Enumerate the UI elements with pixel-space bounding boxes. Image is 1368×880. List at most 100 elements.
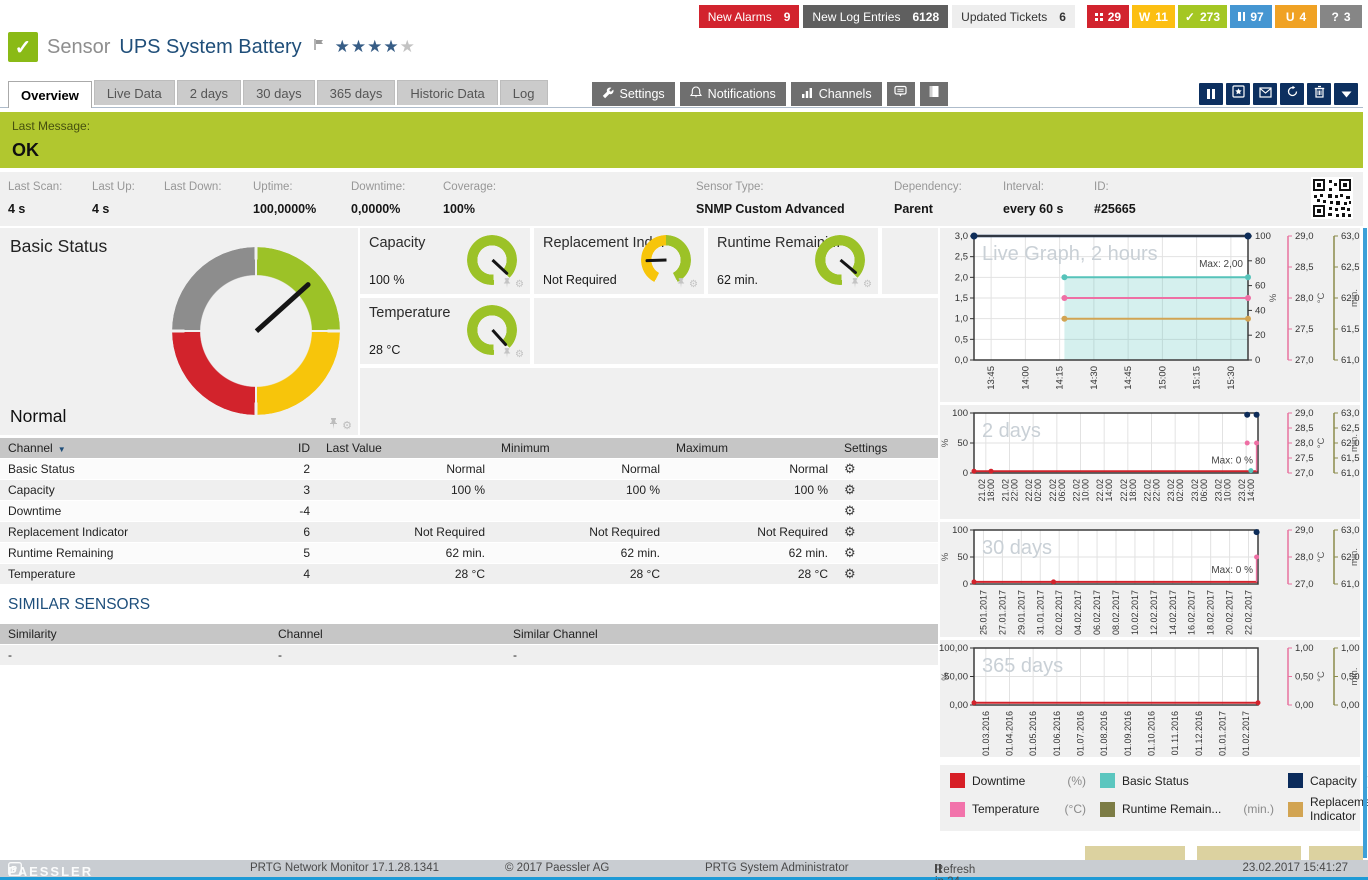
svg-text:100: 100	[952, 525, 968, 536]
gear-icon[interactable]: ⚙	[342, 419, 352, 432]
channel-id: 4	[273, 567, 318, 581]
column-header-minimum[interactable]: Minimum	[493, 441, 668, 455]
pin-icon[interactable]	[851, 278, 859, 291]
tab-overview[interactable]: Overview	[8, 81, 92, 108]
add-favorite-button[interactable]	[1226, 83, 1250, 105]
column-header-id[interactable]: ID	[273, 441, 318, 455]
status-field-uptime: Uptime:100,0000%	[253, 181, 351, 226]
svg-text:01.07.2016: 01.07.2016	[1076, 711, 1086, 756]
refresh-button[interactable]	[1280, 83, 1304, 105]
pin-icon[interactable]	[329, 418, 338, 432]
channel-row-capacity[interactable]: Capacity3100 %100 %100 %⚙	[0, 480, 938, 500]
paessler-logo[interactable]: P PAESSLER	[8, 862, 22, 876]
svg-text:50: 50	[957, 438, 968, 449]
tab-log[interactable]: Log	[500, 80, 548, 105]
pin-icon[interactable]	[677, 278, 685, 291]
gear-icon[interactable]: ⚙	[515, 279, 524, 290]
channel-settings-gear-icon[interactable]: ⚙	[844, 524, 856, 539]
badge-unusual[interactable]: U4	[1275, 5, 1317, 28]
gauge-card-replacement-ind-: Replacement Ind...Not Required⚙	[534, 228, 704, 294]
graph-panel-365-days[interactable]: 365 days100,0050,000,00%1,000,500,00°C1,…	[940, 640, 1360, 757]
more-actions-button[interactable]	[1334, 83, 1358, 105]
status-field-dependency: Dependency:Parent	[894, 181, 1003, 226]
alarm-button-new-alarms[interactable]: New Alarms9	[699, 5, 800, 28]
peek-block	[1309, 846, 1363, 860]
flag-icon[interactable]	[313, 38, 326, 56]
legend-item-capacity: Capacity(%)	[1288, 773, 1368, 788]
svg-text:01.12.2016: 01.12.2016	[1194, 711, 1204, 756]
pin-icon[interactable]	[503, 348, 511, 361]
tab-30-days[interactable]: 30 days	[243, 80, 315, 105]
svg-text:2 days: 2 days	[982, 420, 1041, 442]
channel-row-replacement-indicator[interactable]: Replacement Indicator6Not RequiredNot Re…	[0, 522, 938, 542]
badge-alarms[interactable]: 29	[1087, 5, 1129, 28]
sensor-name: UPS System Battery	[119, 36, 301, 59]
channel-settings-gear-icon[interactable]: ⚙	[844, 545, 856, 560]
column-header-last-value[interactable]: Last Value	[318, 441, 493, 455]
gauge-card-capacity: Capacity100 %⚙	[360, 228, 530, 294]
alarm-button-new-log-entries[interactable]: New Log Entries6128	[803, 5, 948, 28]
delete-button[interactable]	[1307, 83, 1331, 105]
gear-icon[interactable]: ⚙	[515, 349, 524, 360]
column-header-settings[interactable]: Settings	[836, 441, 938, 455]
last-value: 100 %	[318, 483, 493, 497]
channel-settings-gear-icon[interactable]: ⚙	[844, 566, 856, 581]
tab-live-data[interactable]: Live Data	[94, 80, 175, 105]
svg-text:60: 60	[1255, 281, 1266, 292]
channel-row-basic-status[interactable]: Basic Status2NormalNormalNormal⚙	[0, 459, 938, 479]
gauge-needle	[255, 281, 312, 333]
pin-icon[interactable]	[503, 278, 511, 291]
channel-row-temperature[interactable]: Temperature428 °C28 °C28 °C⚙	[0, 564, 938, 584]
channel-settings-gear-icon[interactable]: ⚙	[844, 503, 856, 518]
svg-text:29,0: 29,0	[1295, 525, 1314, 536]
alarm-button-updated-tickets[interactable]: Updated Tickets6	[952, 5, 1075, 28]
svg-text:14:45: 14:45	[1123, 366, 1134, 390]
svg-text:Max: 0 %: Max: 0 %	[1211, 455, 1253, 466]
graph-panel-2-days[interactable]: 2 days100500%29,028,528,027,527,0°C63,06…	[940, 405, 1360, 519]
tab-historic-data[interactable]: Historic Data	[397, 80, 497, 105]
pause-button[interactable]	[1199, 83, 1223, 105]
svg-text:0,00: 0,00	[1341, 700, 1360, 711]
notifications-label: Notifications	[708, 87, 776, 101]
footer-user[interactable]: PRTG System Administrator	[705, 862, 849, 874]
channel-settings-gear-icon[interactable]: ⚙	[844, 482, 856, 497]
tab-2-days[interactable]: 2 days	[177, 80, 241, 105]
column-header-channel: Channel	[270, 627, 505, 641]
svg-text:01.01.2017: 01.01.2017	[1218, 711, 1228, 756]
graph-panel-live-graph[interactable]: Live Graph, 2 hours3,02,52,01,51,00,50,0…	[940, 228, 1360, 402]
tab-bar: OverviewLive Data2 days30 days365 daysHi…	[0, 82, 1363, 108]
comment-button[interactable]	[887, 82, 915, 106]
peek-block	[1197, 846, 1301, 860]
svg-text:61,0: 61,0	[1341, 355, 1360, 366]
badge-unknown[interactable]: ?3	[1320, 5, 1362, 28]
email-button[interactable]	[1253, 83, 1277, 105]
svg-text:12.02.2017: 12.02.2017	[1149, 590, 1159, 635]
channels-button[interactable]: Channels	[791, 82, 882, 106]
gauge-value: Normal	[10, 406, 66, 427]
gear-icon[interactable]: ⚙	[863, 279, 872, 290]
badge-paused[interactable]: 97	[1230, 5, 1272, 28]
tab-365-days[interactable]: 365 days	[317, 80, 396, 105]
channel-row-downtime[interactable]: Downtime-4⚙	[0, 501, 938, 521]
notifications-button[interactable]: Notifications	[680, 82, 786, 106]
alarm-dots-icon	[1095, 13, 1103, 21]
badge-warnings[interactable]: W11	[1132, 5, 1175, 28]
sensor-status-row: Last Scan:4 sLast Up:4 sLast Down:Uptime…	[0, 172, 1363, 226]
svg-text:01.03.2016: 01.03.2016	[981, 711, 991, 756]
scrollbar-strip[interactable]	[1363, 228, 1367, 858]
peek-block	[1085, 846, 1185, 860]
settings-button[interactable]: Settings	[592, 82, 675, 106]
status-field-downtime: Downtime:0,0000%	[351, 181, 443, 226]
svg-text:02:00: 02:00	[1033, 479, 1043, 502]
column-header-maximum[interactable]: Maximum	[668, 441, 836, 455]
graph-panel-30-days[interactable]: 30 days100500%29,028,027,0°C63,062,061,0…	[940, 522, 1360, 637]
channel-settings-gear-icon[interactable]: ⚙	[844, 461, 856, 476]
gear-icon[interactable]: ⚙	[689, 279, 698, 290]
column-header-channel[interactable]: Channel▼	[0, 441, 273, 455]
report-button[interactable]	[920, 82, 948, 106]
footer-version: PRTG Network Monitor 17.1.28.1341	[250, 862, 439, 874]
channel-row-runtime-remaining[interactable]: Runtime Remaining562 min.62 min.62 min.⚙	[0, 543, 938, 563]
mini-gauge-grid: Capacity100 %⚙Replacement Ind...Not Requ…	[360, 228, 938, 435]
priority-stars[interactable]: ★★★★★	[335, 37, 416, 57]
badge-up[interactable]: ✓273	[1178, 5, 1227, 28]
